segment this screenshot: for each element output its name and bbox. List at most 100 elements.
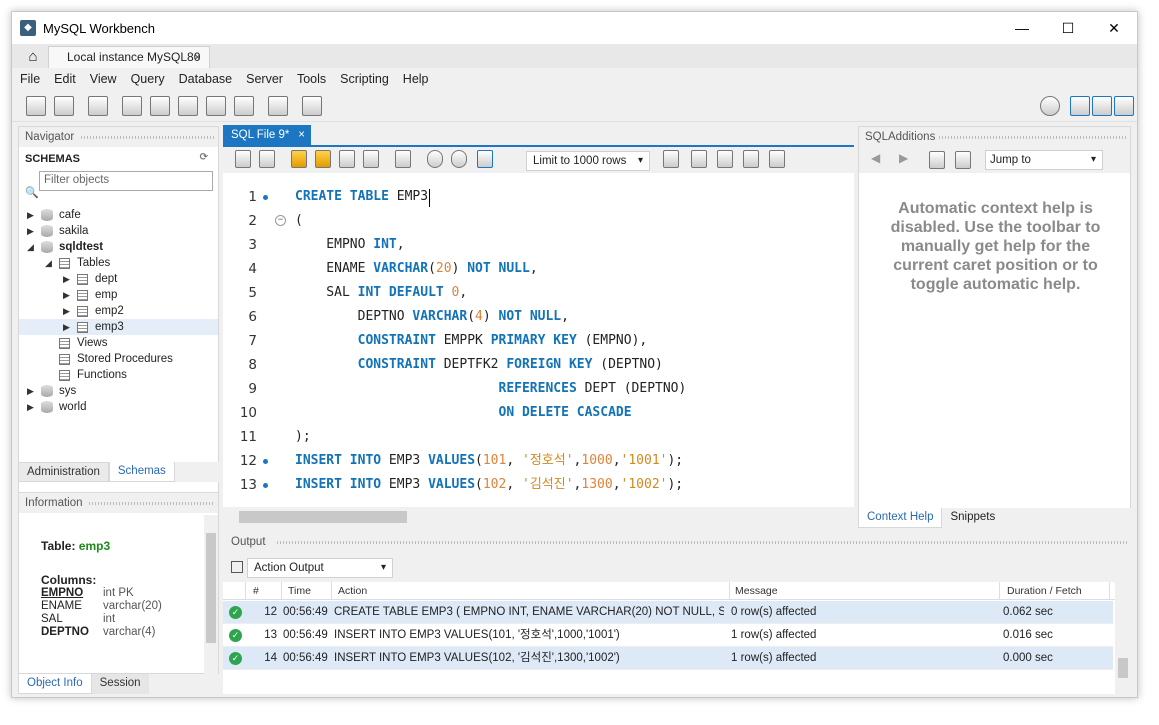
maximize-button[interactable]: ☐: [1045, 12, 1091, 44]
output-row[interactable]: ✓ 12 00:56:49 CREATE TABLE EMP3 ( EMPNO INT…: [223, 601, 1113, 624]
tree-node-views[interactable]: Views: [19, 335, 218, 351]
refresh-schemas-icon[interactable]: ⟳: [200, 152, 208, 163]
expand-arrow-icon[interactable]: ▶: [27, 399, 34, 415]
tree-node-tables[interactable]: ◢ Tables: [19, 255, 218, 271]
menu-server[interactable]: Server: [246, 72, 283, 86]
toggle-secondary-sidebar-icon[interactable]: [1114, 96, 1134, 116]
tree-node-world[interactable]: ▶ world: [19, 399, 218, 415]
expand-arrow-icon[interactable]: ▶: [27, 223, 34, 239]
tree-node-sqldtest[interactable]: ◢ sqldtest: [19, 239, 218, 255]
tab-context-help[interactable]: Context Help: [858, 508, 943, 528]
explain-icon[interactable]: [339, 150, 355, 168]
tab-administration[interactable]: Administration: [18, 462, 109, 482]
sql-additions-toolbar: ◀ ▶ Jump to: [859, 147, 1130, 173]
menu-query[interactable]: Query: [131, 72, 165, 86]
expand-arrow-icon[interactable]: ▶: [27, 207, 34, 223]
collapse-arrow-icon[interactable]: ◢: [45, 255, 52, 271]
expand-arrow-icon[interactable]: ▶: [63, 271, 70, 287]
menu-tools[interactable]: Tools: [297, 72, 326, 86]
menu-edit[interactable]: Edit: [54, 72, 76, 86]
open-folder-icon[interactable]: [235, 150, 251, 168]
word-wrap-icon[interactable]: [769, 150, 785, 168]
add-snippet-icon[interactable]: [663, 150, 679, 168]
close-button[interactable]: ✕: [1091, 12, 1137, 44]
tree-node-sys[interactable]: ▶ sys: [19, 383, 218, 399]
expand-arrow-icon[interactable]: ▶: [27, 383, 34, 399]
code-token: INSERT INTO: [295, 477, 389, 492]
commit-icon[interactable]: [427, 150, 443, 168]
editor-horizontal-scrollbar[interactable]: [223, 509, 854, 525]
output-scrollbar[interactable]: [1115, 582, 1131, 694]
information-scrollbar[interactable]: [204, 515, 218, 675]
copy-icon[interactable]: [231, 561, 243, 573]
tab-snippets[interactable]: Snippets: [942, 508, 1003, 528]
new-sql-tab-icon[interactable]: [26, 96, 46, 116]
reconnect-icon[interactable]: [302, 96, 322, 116]
save-icon[interactable]: [259, 150, 275, 168]
invisible-chars-icon[interactable]: [743, 150, 759, 168]
collapse-arrow-icon[interactable]: ◢: [27, 239, 34, 255]
tree-node-functions[interactable]: Functions: [19, 367, 218, 383]
sql-editor[interactable]: 1 CREATE TABLE EMP3 2−(3 EMPNO INT, 4 ENAME…: [223, 173, 854, 507]
col-action: Action: [338, 585, 368, 597]
home-icon[interactable]: ⌂: [20, 48, 46, 66]
jump-to-select[interactable]: Jump to: [985, 150, 1103, 170]
expand-arrow-icon[interactable]: ▶: [63, 319, 70, 335]
column-name: EMPNO: [41, 587, 84, 599]
connection-tab[interactable]: Local instance MySQL80 ×: [48, 46, 210, 68]
output-row[interactable]: ✓ 14 00:56:49 INSERT INTO EMP3 VALUES(102, …: [223, 647, 1113, 670]
tree-node-emp[interactable]: ▶ emp: [19, 287, 218, 303]
columns-label: Columns:: [41, 573, 97, 587]
code-token: DEPTNO: [295, 309, 413, 324]
tree-node-dept[interactable]: ▶ dept: [19, 271, 218, 287]
auto-help-icon[interactable]: [955, 151, 971, 169]
filter-objects-input[interactable]: Filter objects: [39, 171, 213, 191]
menu-file[interactable]: File: [20, 72, 40, 86]
output-row[interactable]: ✓ 13 00:56:49 INSERT INTO EMP3 VALUES(101, …: [223, 624, 1113, 647]
tab-object-info[interactable]: Object Info: [18, 674, 92, 694]
tree-node-sakila[interactable]: ▶ sakila: [19, 223, 218, 239]
create-table-icon[interactable]: [150, 96, 170, 116]
toggle-sidebar-icon[interactable]: [1070, 96, 1090, 116]
autocommit-icon[interactable]: [477, 150, 493, 168]
inspector-icon[interactable]: [88, 96, 108, 116]
minimize-button[interactable]: —: [999, 12, 1045, 44]
preferences-gear-icon[interactable]: [1040, 96, 1060, 116]
tab-schemas[interactable]: Schemas: [108, 462, 175, 482]
back-icon[interactable]: ◀: [871, 151, 880, 165]
create-schema-icon[interactable]: [122, 96, 142, 116]
stop-icon[interactable]: [363, 150, 379, 168]
tree-node-stored-procedures[interactable]: Stored Procedures: [19, 351, 218, 367]
action-output-select[interactable]: Action Output: [247, 558, 393, 578]
execute-current-icon[interactable]: [315, 150, 331, 168]
search-table-data-icon[interactable]: [268, 96, 288, 116]
menu-database[interactable]: Database: [179, 72, 233, 86]
expand-arrow-icon[interactable]: ▶: [63, 303, 70, 319]
limit-rows-select[interactable]: Limit to 1000 rows: [526, 151, 650, 171]
menu-scripting[interactable]: Scripting: [340, 72, 389, 86]
execute-icon[interactable]: [291, 150, 307, 168]
connection-tab-close-icon[interactable]: ×: [194, 47, 201, 67]
tree-node-cafe[interactable]: ▶ cafe: [19, 207, 218, 223]
statement-marker-icon: [263, 195, 268, 200]
fold-toggle-icon[interactable]: −: [275, 215, 286, 226]
toggle-output-icon[interactable]: [1092, 96, 1112, 116]
open-sql-script-icon[interactable]: [54, 96, 74, 116]
find-icon[interactable]: [717, 150, 733, 168]
beautify-icon[interactable]: [691, 150, 707, 168]
create-view-icon[interactable]: [178, 96, 198, 116]
create-procedure-icon[interactable]: [206, 96, 226, 116]
tree-node-emp2[interactable]: ▶ emp2: [19, 303, 218, 319]
rollback-icon[interactable]: [451, 150, 467, 168]
toggle-error-icon[interactable]: [395, 150, 411, 168]
expand-arrow-icon[interactable]: ▶: [63, 287, 70, 303]
sql-editor-tab[interactable]: SQL File 9* ×: [223, 125, 311, 145]
manual-help-icon[interactable]: [929, 151, 945, 169]
tree-node-emp3[interactable]: ▶ emp3: [19, 319, 218, 335]
forward-icon[interactable]: ▶: [899, 151, 908, 165]
tab-session[interactable]: Session: [91, 674, 149, 694]
menu-help[interactable]: Help: [403, 72, 429, 86]
menu-view[interactable]: View: [90, 72, 117, 86]
sql-editor-tab-close-icon[interactable]: ×: [298, 125, 305, 145]
create-function-icon[interactable]: [234, 96, 254, 116]
